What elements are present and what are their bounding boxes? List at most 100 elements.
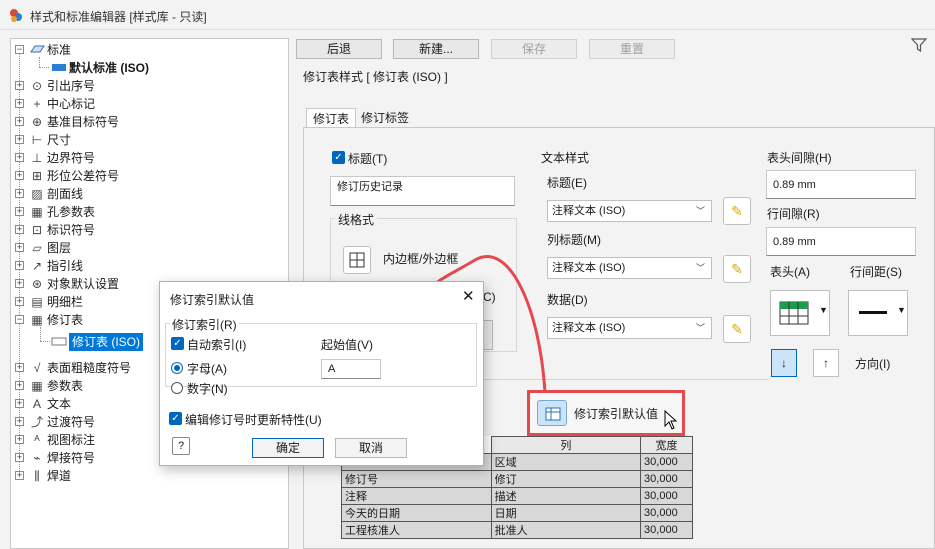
expand-icon[interactable]: + bbox=[15, 417, 24, 426]
expand-icon[interactable]: + bbox=[15, 117, 24, 126]
tree-label: 形位公差符号 bbox=[47, 169, 120, 183]
row-gap-input[interactable]: 0.89 mm bbox=[766, 227, 916, 256]
revision-table-icon: ▦ bbox=[31, 313, 43, 327]
col-title-style-select[interactable]: 注释文本 (ISO) ﹀ bbox=[547, 257, 712, 279]
expand-icon[interactable]: + bbox=[15, 261, 24, 270]
table-cell: 今天的日期 bbox=[341, 504, 492, 522]
select-value: 注释文本 (ISO) bbox=[552, 205, 626, 217]
help-icon[interactable]: ? bbox=[172, 437, 190, 455]
collapse-icon[interactable]: − bbox=[15, 315, 24, 324]
table-row: 修订号 修订 30,000 bbox=[341, 470, 693, 488]
tree-label: 焊接符号 bbox=[47, 451, 96, 465]
col-title-style-edit-button[interactable]: ✎ bbox=[723, 255, 751, 283]
hole-table-icon: ▦ bbox=[31, 205, 43, 219]
header-gap-input[interactable]: 0.89 mm bbox=[766, 170, 916, 199]
auto-index-checkbox[interactable]: ✓ bbox=[171, 337, 184, 350]
start-value-label: 起始值(V) bbox=[321, 338, 373, 352]
pencil-icon: ✎ bbox=[731, 321, 743, 337]
sort-up-icon: ↑ bbox=[823, 356, 829, 370]
expand-icon[interactable]: + bbox=[15, 207, 24, 216]
expand-icon[interactable]: + bbox=[15, 297, 24, 306]
layer-icon: ▱ bbox=[32, 241, 42, 255]
pencil-icon: ✎ bbox=[731, 203, 743, 219]
expand-icon[interactable]: + bbox=[15, 279, 24, 288]
start-value-input[interactable]: A bbox=[321, 359, 381, 379]
expand-icon[interactable]: + bbox=[15, 381, 24, 390]
data-style-select[interactable]: 注释文本 (ISO) ﹀ bbox=[547, 317, 712, 339]
expand-icon[interactable]: + bbox=[15, 189, 24, 198]
table-cell: 注释 bbox=[341, 487, 492, 505]
tree-label: 文本 bbox=[47, 397, 72, 411]
select-value: 注释文本 (ISO) bbox=[552, 262, 626, 274]
standard-icon bbox=[29, 43, 45, 57]
app-logo-icon bbox=[10, 9, 22, 22]
row-spacing-dropdown[interactable]: ▼ bbox=[848, 290, 908, 336]
balloon-icon: ⊙ bbox=[31, 79, 43, 93]
expand-icon[interactable]: + bbox=[15, 225, 24, 234]
expand-icon[interactable]: + bbox=[15, 399, 24, 408]
expand-icon[interactable]: + bbox=[15, 471, 24, 480]
update-props-checkbox[interactable]: ✓ bbox=[169, 412, 182, 425]
tab-revision-tag[interactable]: 修订标签 bbox=[355, 108, 415, 128]
auto-index-label: 自动索引(I) bbox=[187, 338, 247, 352]
reset-button[interactable]: 重置 bbox=[589, 39, 675, 59]
filter-icon[interactable] bbox=[911, 38, 927, 52]
letter-radio[interactable] bbox=[171, 362, 183, 374]
table-cell: 30,000 bbox=[640, 487, 693, 505]
chevron-down-icon: ﹀ bbox=[695, 206, 705, 216]
title-style-select[interactable]: 注释文本 (ISO) ﹀ bbox=[547, 200, 712, 222]
tree-label: 参数表 bbox=[47, 379, 84, 393]
ok-button[interactable]: 确定 bbox=[252, 438, 324, 458]
tab-revision-table[interactable]: 修订表 bbox=[306, 108, 357, 128]
select-value: 注释文本 (ISO) bbox=[552, 322, 626, 334]
parts-list-icon: ▤ bbox=[31, 295, 43, 309]
collapse-icon[interactable]: − bbox=[15, 45, 24, 54]
expand-icon[interactable]: + bbox=[15, 243, 24, 252]
standard-doc-icon bbox=[51, 61, 67, 75]
tree-label: 中心标记 bbox=[47, 97, 96, 111]
rev-index-default-button[interactable] bbox=[537, 400, 567, 426]
expand-icon[interactable]: + bbox=[15, 363, 24, 372]
title-input[interactable]: 修订历史记录 bbox=[330, 176, 515, 206]
title-style-edit-button[interactable]: ✎ bbox=[723, 197, 751, 225]
table-cell: 修订号 bbox=[341, 470, 492, 488]
tree-label: 图层 bbox=[47, 241, 72, 255]
close-icon[interactable]: ✕ bbox=[462, 287, 475, 305]
expand-icon[interactable]: + bbox=[15, 153, 24, 162]
transition-icon: ⤴ bbox=[30, 415, 43, 429]
expand-icon[interactable]: + bbox=[15, 171, 24, 180]
revision-table-icon bbox=[51, 335, 67, 349]
cancel-button[interactable]: 取消 bbox=[335, 438, 407, 458]
number-radio[interactable] bbox=[171, 382, 183, 394]
table-cell: 30,000 bbox=[640, 470, 693, 488]
direction-down-button[interactable]: ↓ bbox=[771, 349, 797, 377]
expand-icon[interactable]: + bbox=[15, 135, 24, 144]
save-button[interactable]: 保存 bbox=[491, 39, 577, 59]
header-position-dropdown[interactable]: ▼ bbox=[770, 290, 830, 336]
expand-icon[interactable]: + bbox=[15, 435, 24, 444]
line-format-title: 线格式 bbox=[335, 211, 378, 228]
title-bar: 样式和标准编辑器 [样式库 - 只读] bbox=[0, 0, 935, 30]
sort-down-icon: ↓ bbox=[781, 356, 787, 370]
pencil-icon: ✎ bbox=[731, 261, 743, 277]
center-mark-icon: + bbox=[33, 97, 41, 111]
expand-icon[interactable]: + bbox=[15, 453, 24, 462]
expand-icon[interactable]: + bbox=[15, 81, 24, 90]
table-header-cell: 列 bbox=[490, 436, 642, 454]
table-row: 工程核准人 批准人 30,000 bbox=[341, 521, 693, 539]
table-cell: 修订 bbox=[490, 470, 642, 488]
data-style-edit-button[interactable]: ✎ bbox=[723, 315, 751, 343]
back-button[interactable]: 后退 bbox=[296, 39, 382, 59]
title-checkbox[interactable]: ✓ bbox=[332, 151, 345, 164]
tree-label: 边界符号 bbox=[47, 151, 96, 165]
new-button[interactable]: 新建... bbox=[393, 39, 479, 59]
chevron-down-icon: ﹀ bbox=[695, 323, 705, 333]
rev-index-dialog: 修订索引默认值 ✕ 修订索引(R) ✓ 自动索引(I) 起始值(V) A 字母(… bbox=[159, 281, 484, 466]
tree-label: 修订表 bbox=[47, 313, 84, 327]
table-header-icon bbox=[779, 301, 809, 325]
expand-icon[interactable]: + bbox=[15, 99, 24, 108]
border-grid-button[interactable] bbox=[343, 246, 371, 274]
gdt-icon: ⊞ bbox=[31, 169, 43, 183]
direction-up-button[interactable]: ↑ bbox=[813, 349, 839, 377]
weld-symbol-icon: ⌁ bbox=[33, 451, 41, 465]
